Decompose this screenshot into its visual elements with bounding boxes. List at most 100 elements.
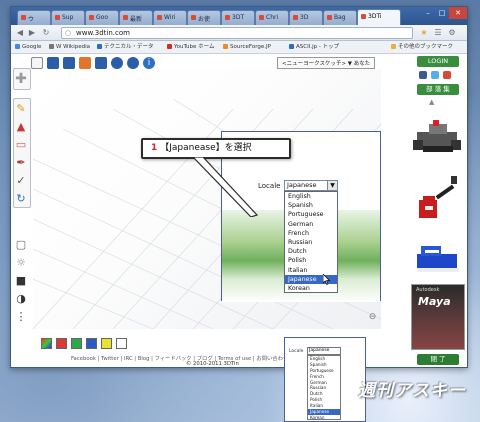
rotate-icon[interactable]: ↻ bbox=[14, 192, 28, 206]
locale-option-russian[interactable]: Russian bbox=[285, 238, 337, 247]
eraser-icon[interactable]: ▭ bbox=[14, 138, 28, 152]
info-icon[interactable]: i bbox=[143, 57, 155, 69]
bookmark-wikipedia[interactable]: W Wikipedia bbox=[49, 41, 90, 54]
user-badge[interactable]: <ニューヨークスケッチ> ▼ あなた bbox=[277, 57, 376, 69]
google-icon bbox=[15, 44, 20, 49]
tab-10[interactable]: Bag bbox=[323, 10, 357, 25]
back-icon[interactable]: ◀ bbox=[15, 28, 25, 38]
bookmark-ascii[interactable]: ASCII.jp - トップ bbox=[289, 41, 339, 54]
callout-step-number: 1 bbox=[151, 143, 158, 153]
forward-icon[interactable]: ▶ bbox=[27, 28, 37, 38]
paint-icon[interactable]: ▲ bbox=[14, 120, 28, 134]
star-icon[interactable]: ★ bbox=[419, 28, 429, 38]
tab-9[interactable]: 3D bbox=[289, 10, 323, 25]
folder-icon bbox=[391, 44, 396, 49]
export-icon[interactable] bbox=[79, 57, 91, 69]
callout-text: 【Japanease】を選択 bbox=[160, 143, 252, 153]
tab-active-3dtin[interactable]: 3DTi bbox=[357, 9, 401, 25]
locale-option-korean[interactable]: Korean bbox=[285, 284, 337, 293]
inset-locale-select: Japanese bbox=[307, 347, 341, 355]
sourceforge-icon bbox=[223, 44, 228, 49]
page-menu-icon[interactable]: ☰ bbox=[433, 28, 443, 38]
bookmark-youtube[interactable]: YouTube ホーム bbox=[167, 41, 214, 54]
tab-3[interactable]: Goo bbox=[85, 10, 119, 25]
browser-toolbar: ◀ ▶ ↻ ○ www.3dtin.com ★ ☰ ⚙ bbox=[11, 25, 467, 41]
redo-icon[interactable] bbox=[127, 57, 139, 69]
open-folder-icon[interactable] bbox=[95, 57, 107, 69]
cube-icon[interactable]: ▢ bbox=[14, 238, 28, 252]
bookmarks-bar: Google W Wikipedia テクニカル・データ YouTube ホーム… bbox=[11, 41, 467, 54]
locale-option-french[interactable]: French bbox=[285, 229, 337, 238]
color-swatch-red[interactable] bbox=[56, 338, 67, 349]
gallery-button[interactable]: 部 落 集 bbox=[417, 84, 459, 95]
locale-option-english[interactable]: English bbox=[285, 192, 337, 201]
locale-option-portuguese[interactable]: Portuguese bbox=[285, 210, 337, 219]
color-swatch-green[interactable] bbox=[71, 338, 82, 349]
mouse-cursor-icon bbox=[323, 274, 331, 285]
tab-2[interactable]: Sup bbox=[51, 10, 85, 25]
chevron-up-icon[interactable]: ▲ bbox=[429, 98, 434, 106]
bookmark-technical[interactable]: テクニカル・データ bbox=[97, 41, 154, 54]
camera-icon[interactable]: ■ bbox=[14, 274, 28, 288]
locale-option-spanish[interactable]: Spanish bbox=[285, 201, 337, 210]
locale-select[interactable]: Japanese ▼ bbox=[284, 180, 338, 191]
inset-locale-dropdown: English Spanish Portuguese French German… bbox=[307, 355, 341, 420]
wrench-icon[interactable]: ⚙ bbox=[447, 28, 457, 38]
close-window-icon[interactable]: ✕ bbox=[449, 7, 467, 19]
chevron-down-icon: ▼ bbox=[327, 181, 337, 190]
tab-1[interactable]: ウ bbox=[17, 10, 51, 25]
reload-icon[interactable]: ↻ bbox=[41, 28, 51, 38]
footer-links[interactable]: Facebook | Twitter | IRC | Blog | フィードバッ… bbox=[71, 354, 288, 362]
palette-icon[interactable] bbox=[41, 338, 52, 349]
tab-bar: ウ Sup Goo 最新 Wiri お使 3DT Chri 3D Bag 3DT… bbox=[11, 7, 467, 25]
color-swatch-white[interactable] bbox=[116, 338, 127, 349]
brush-icon[interactable]: ✒ bbox=[14, 156, 28, 170]
color-swatch-yellow[interactable] bbox=[101, 338, 112, 349]
page-icon: ○ bbox=[65, 29, 72, 37]
locale-option-dutch[interactable]: Dutch bbox=[285, 247, 337, 256]
bookmark-icon bbox=[289, 44, 294, 49]
publisher-watermark: 週刊アスキー bbox=[358, 381, 466, 401]
bookmark-icon bbox=[97, 44, 102, 49]
app-page: i <ニューヨークスケッチ> ▼ あなた ✚ ✎ ▲ ▭ ✒ ✓ ↻ ▢ ☼ ■… bbox=[11, 54, 467, 367]
maximize-icon[interactable]: □ bbox=[435, 7, 449, 19]
plus-icon[interactable]: ✚ bbox=[14, 72, 28, 86]
close-panel-button[interactable]: 閉 了 bbox=[417, 354, 459, 365]
picker-icon[interactable]: ✓ bbox=[14, 174, 28, 188]
twitter-icon[interactable] bbox=[431, 71, 439, 79]
maya-advertisement[interactable]: Autodesk Maya bbox=[411, 284, 465, 350]
google-plus-icon[interactable] bbox=[443, 71, 451, 79]
tab-4[interactable]: 最新 bbox=[119, 10, 153, 25]
left-toolbox: ✚ ✎ ▲ ▭ ✒ ✓ ↻ ▢ ☼ ■ ◑ ⋮ bbox=[11, 68, 33, 367]
bookmark-google[interactable]: Google bbox=[15, 41, 41, 54]
browser-window: ウ Sup Goo 最新 Wiri お使 3DT Chri 3D Bag 3DT… bbox=[10, 6, 468, 368]
login-button[interactable]: LOGIN bbox=[417, 56, 459, 67]
minimize-icon[interactable]: – bbox=[421, 7, 435, 19]
zoom-out-icon[interactable]: ⊖ bbox=[367, 312, 378, 323]
tab-7[interactable]: 3DT bbox=[221, 10, 255, 25]
light-icon[interactable]: ☼ bbox=[14, 256, 28, 270]
locale-option-german[interactable]: German bbox=[285, 220, 337, 229]
tab-8[interactable]: Chri bbox=[255, 10, 289, 25]
gallery-thumb-shoe[interactable] bbox=[411, 230, 465, 286]
instruction-callout: 1 【Japanease】を選択 bbox=[141, 138, 291, 159]
tab-6[interactable]: お使 bbox=[187, 10, 221, 25]
pencil-icon[interactable]: ✎ bbox=[14, 102, 28, 116]
locale-label: Locale bbox=[258, 182, 281, 190]
grid-icon[interactable]: ⋮ bbox=[14, 310, 28, 324]
contrast-icon[interactable]: ◑ bbox=[14, 292, 28, 306]
undo-icon[interactable] bbox=[111, 57, 123, 69]
bookmark-other[interactable]: その他のブックマーク bbox=[391, 41, 453, 54]
tab-5[interactable]: Wiri bbox=[153, 10, 187, 25]
locale-option-polish[interactable]: Polish bbox=[285, 256, 337, 265]
save-as-icon[interactable] bbox=[63, 57, 75, 69]
facebook-icon[interactable] bbox=[419, 71, 427, 79]
callout-pointer bbox=[192, 157, 259, 217]
color-swatch-blue[interactable] bbox=[86, 338, 97, 349]
save-icon[interactable] bbox=[47, 57, 59, 69]
youtube-icon bbox=[167, 44, 172, 49]
address-bar[interactable]: ○ www.3dtin.com bbox=[61, 27, 413, 39]
gallery-thumb-guitar[interactable] bbox=[411, 172, 465, 228]
gallery-thumb-spaceship[interactable] bbox=[411, 110, 465, 166]
bookmark-sourceforge[interactable]: SourceForge.JP bbox=[223, 41, 271, 54]
